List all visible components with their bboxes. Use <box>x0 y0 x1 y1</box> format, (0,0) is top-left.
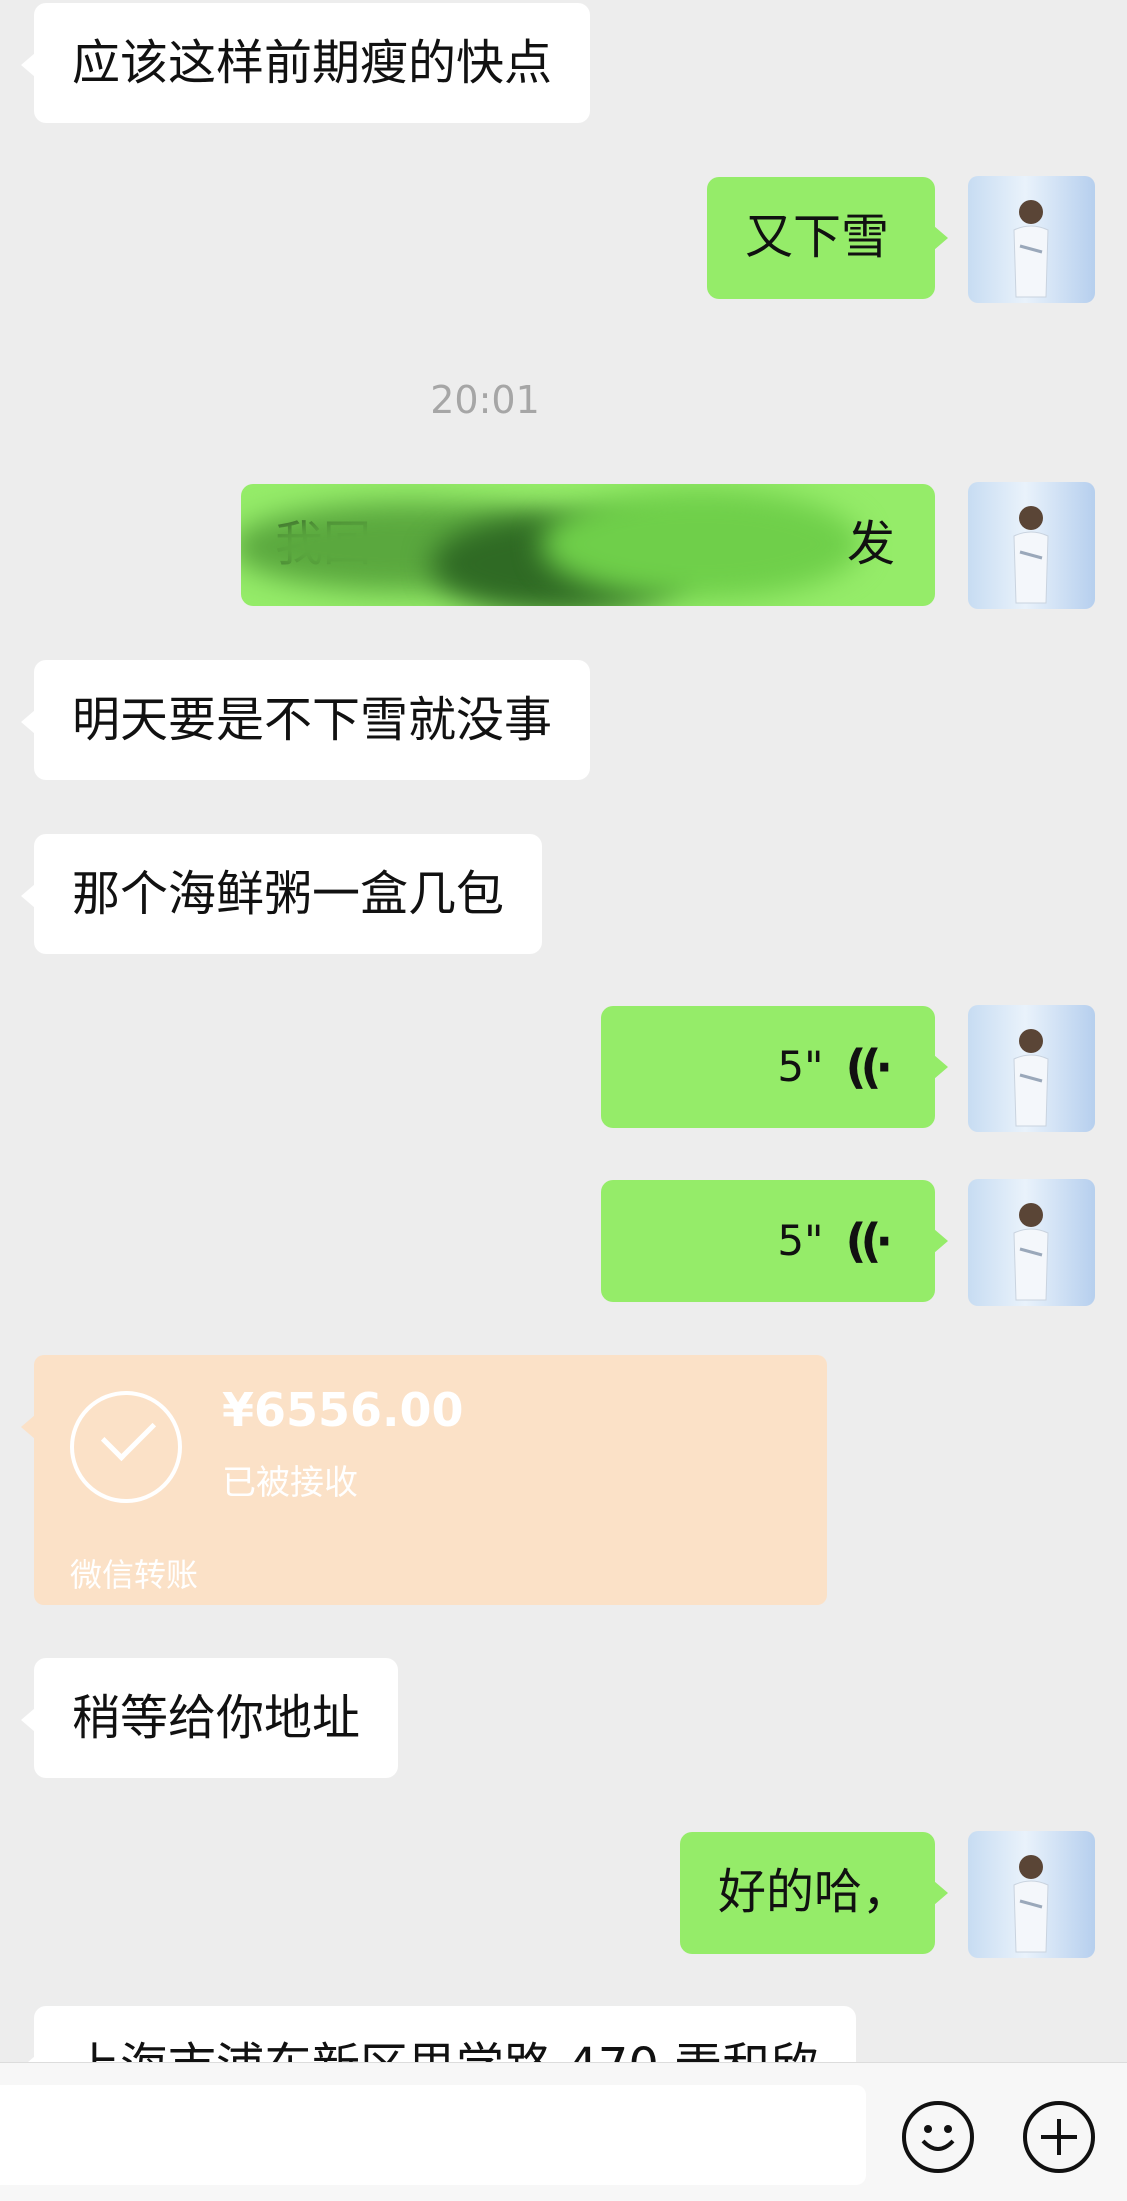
emoji-face-glyph <box>921 2125 955 2151</box>
message-text: 好的哈， <box>718 1864 911 1920</box>
plus-vertical <box>1057 2119 1061 2155</box>
chat-history[interactable]: 应该这样前期瘦的快点 又下雪 20:01 我回 发 明天要是不下雪就没事 那个海… <box>0 0 1127 2062</box>
voice-message[interactable]: 5" ((· <box>601 1006 935 1128</box>
voice-message[interactable]: 5" ((· <box>601 1180 935 1302</box>
avatar-person-icon <box>1013 200 1049 298</box>
input-toolbar <box>0 2062 1127 2201</box>
message-incoming-partial[interactable]: 上海市浦东新区思学路 470 弄和欣 <box>34 2006 857 2062</box>
message-text: 应该这样前期瘦的快点 <box>72 35 553 91</box>
message-incoming[interactable]: 稍等给你地址 <box>34 1658 399 1778</box>
message-text: 上海市浦东新区思学路 470 弄和欣 <box>72 2038 818 2062</box>
avatar-person-icon <box>1013 1203 1049 1301</box>
message-outgoing[interactable]: 好的哈， <box>680 1832 935 1954</box>
emoji-icon[interactable] <box>902 2101 974 2173</box>
message-text: 又下雪 <box>745 209 890 265</box>
check-circle-icon <box>70 1391 182 1503</box>
voice-duration: 5" <box>777 1216 824 1265</box>
redaction-smear <box>541 489 861 599</box>
message-incoming[interactable]: 明天要是不下雪就没事 <box>34 660 591 780</box>
avatar[interactable] <box>968 176 1095 303</box>
message-outgoing-redacted[interactable]: 我回 发 <box>241 484 935 606</box>
transfer-status: 已被接收 <box>222 1463 358 1503</box>
wechat-transfer-card[interactable]: ¥6556.00 已被接收 微信转账 <box>21 1355 827 1605</box>
timestamp: 20:01 <box>430 378 540 422</box>
avatar-person-icon <box>1013 506 1049 604</box>
message-input[interactable] <box>0 2085 866 2185</box>
avatar-person-icon <box>1013 1855 1049 1953</box>
plus-icon[interactable] <box>1023 2101 1095 2173</box>
message-text: 稍等给你地址 <box>72 1690 361 1746</box>
transfer-brand: 微信转账 <box>70 1556 199 1594</box>
message-text: 明天要是不下雪就没事 <box>72 692 553 748</box>
voice-wave-icon: ((· <box>845 1040 892 1094</box>
message-incoming[interactable]: 那个海鲜粥一盒几包 <box>34 834 543 954</box>
message-text: 那个海鲜粥一盒几包 <box>72 866 505 922</box>
transfer-amount: ¥6556.00 <box>222 1383 464 1437</box>
avatar[interactable] <box>968 1831 1095 1958</box>
avatar[interactable] <box>968 1179 1095 1306</box>
voice-wave-icon: ((· <box>845 1214 892 1268</box>
message-text: 发 <box>846 516 895 572</box>
voice-duration: 5" <box>777 1042 824 1091</box>
avatar[interactable] <box>968 1005 1095 1132</box>
message-outgoing[interactable]: 又下雪 <box>707 177 935 299</box>
avatar-person-icon <box>1013 1029 1049 1127</box>
avatar[interactable] <box>968 482 1095 609</box>
message-incoming[interactable]: 应该这样前期瘦的快点 <box>34 3 591 123</box>
